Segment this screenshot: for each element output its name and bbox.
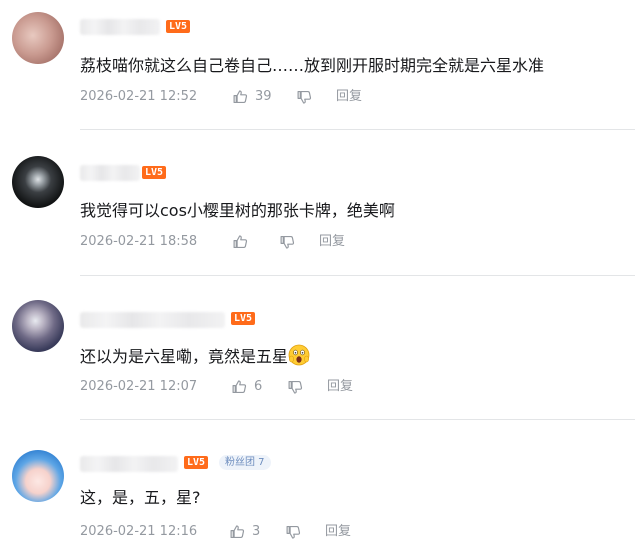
thumbs-down-icon[interactable] [287, 379, 304, 396]
comment-text: 我觉得可以cos小樱里树的那张卡牌，绝美啊 [80, 201, 395, 220]
username-blurred[interactable] [80, 312, 225, 328]
thumbs-up-icon[interactable] [232, 233, 249, 250]
comment-text: 荔枝喵你就这么自己卷自己……放到刚开服时期完全就是六星水准 [80, 56, 545, 75]
level-badge: LV5 [231, 312, 256, 325]
comment-time: 2026-02-21 12:16 [80, 524, 198, 539]
level-badge: LV5 [184, 456, 209, 469]
thumbs-up-icon[interactable] [232, 88, 249, 105]
fan-club-badge: 粉丝团 7 [219, 455, 271, 470]
like-count: 39 [255, 89, 272, 104]
comment-time: 2026-02-21 12:52 [80, 89, 198, 104]
thumbs-down-icon[interactable] [279, 234, 296, 251]
reply-button[interactable]: 回复 [327, 378, 353, 396]
thumbs-down-icon[interactable] [296, 89, 313, 106]
comment-text-content: 还以为是六星嘞，竟然是五星 [80, 347, 289, 366]
reply-button[interactable]: 回复 [319, 233, 345, 251]
comment-item: LV5 还以为是六星嘞，竟然是五星 2026-02-21 12:07 6 回复 [0, 276, 635, 420]
thumbs-up-icon[interactable] [229, 523, 246, 540]
comment-text: 还以为是六星嘞，竟然是五星 [80, 344, 310, 368]
comment-item: LV5 我觉得可以cos小樱里树的那张卡牌，绝美啊 2026-02-21 18:… [0, 130, 635, 276]
username-blurred[interactable] [80, 165, 140, 181]
scream-emoji-icon [288, 344, 310, 366]
avatar[interactable] [12, 12, 64, 64]
level-badge: LV5 [142, 166, 167, 179]
like-count: 3 [252, 524, 261, 539]
thumbs-up-icon[interactable] [231, 378, 248, 395]
reply-button[interactable]: 回复 [325, 523, 351, 541]
username-blurred[interactable] [80, 456, 178, 472]
comment-text: 这，是，五，星? [80, 488, 201, 507]
comment-item: LV5 粉丝团 7 这，是，五，星? 2026-02-21 12:16 3 回复 [0, 420, 635, 560]
avatar[interactable] [12, 300, 64, 352]
avatar[interactable] [12, 450, 64, 502]
comment-time: 2026-02-21 12:07 [80, 379, 198, 394]
comment-item: LV5 荔枝喵你就这么自己卷自己……放到刚开服时期完全就是六星水准 2026-0… [0, 0, 635, 130]
avatar[interactable] [12, 156, 64, 208]
reply-button[interactable]: 回复 [336, 88, 362, 106]
username-blurred[interactable] [80, 19, 160, 35]
like-count: 6 [254, 379, 263, 394]
comment-time: 2026-02-21 18:58 [80, 234, 198, 249]
thumbs-down-icon[interactable] [285, 524, 302, 541]
level-badge: LV5 [166, 20, 191, 33]
